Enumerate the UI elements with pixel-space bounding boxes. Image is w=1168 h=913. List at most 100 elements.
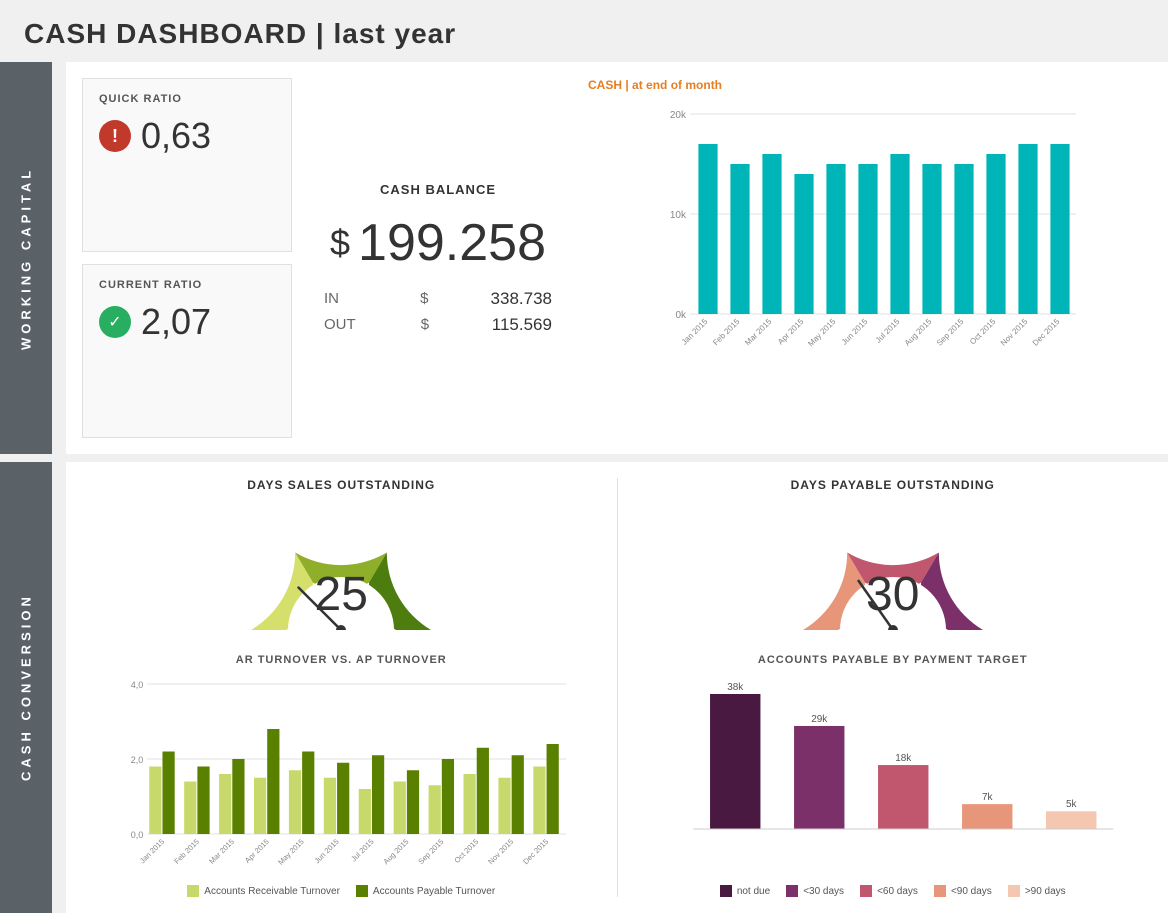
bottom-right: DAYS PAYABLE OUTSTANDING 30 ACCOUNTS PAY… <box>618 478 1153 897</box>
svg-text:Sep 2015: Sep 2015 <box>416 837 445 866</box>
working-capital-label: WORKING CAPITAL <box>0 62 52 454</box>
ap-payment-legend-item: <90 days <box>934 885 992 897</box>
ar-legend-item: Accounts Receivable Turnover <box>187 885 340 897</box>
ap-payment-legend-dot <box>934 885 946 897</box>
svg-text:0k: 0k <box>675 310 687 321</box>
dpo-value: 30 <box>866 567 919 622</box>
cash-chart-title: CASH | at end of month <box>584 78 1152 92</box>
cash-amount-value: 199.258 <box>358 213 546 273</box>
svg-text:Feb 2015: Feb 2015 <box>172 837 201 866</box>
svg-text:Apr 2015: Apr 2015 <box>243 837 271 865</box>
working-capital-section: WORKING CAPITAL QUICK RATIO ! 0,63 CURRE… <box>0 62 1168 454</box>
svg-text:Mar 2015: Mar 2015 <box>207 837 236 866</box>
ap-payment-legend-label: <90 days <box>951 886 992 897</box>
ap-payment-legend-item: <30 days <box>786 885 844 897</box>
svg-text:2,0: 2,0 <box>131 755 144 765</box>
svg-text:Aug 2015: Aug 2015 <box>381 837 410 866</box>
ap-legend-dot <box>356 885 368 897</box>
ar-ap-title: AR TURNOVER VS. AP TURNOVER <box>236 654 447 666</box>
cash-conversion-section: CASH CONVERSION DAYS SALES OUTSTANDING 2… <box>0 462 1168 913</box>
cash-out-amount: 115.569 <box>492 315 552 335</box>
cash-conversion-label: CASH CONVERSION <box>0 462 52 913</box>
svg-text:Jan 2015: Jan 2015 <box>680 317 710 347</box>
cash-bar-chart: 20k 10k 0k Jan 2015Feb 2015Mar 2015Apr 2… <box>584 100 1152 438</box>
ar-legend-dot <box>187 885 199 897</box>
ap-payment-legend-label: <60 days <box>877 886 918 897</box>
svg-text:38k: 38k <box>727 682 744 693</box>
ap-payment-legend: not due <30 days <60 days <90 days >90 days <box>720 885 1066 897</box>
cash-dollar-sign: $ <box>330 222 350 264</box>
svg-text:7k: 7k <box>981 792 993 803</box>
cash-out-row: OUT $ 115.569 <box>324 315 552 335</box>
cash-balance-amount: $ 199.258 <box>330 213 546 273</box>
ap-payment-legend-item: not due <box>720 885 770 897</box>
svg-text:Apr 2015: Apr 2015 <box>776 317 806 347</box>
svg-text:Aug 2015: Aug 2015 <box>903 317 934 348</box>
svg-text:Jun 2015: Jun 2015 <box>840 317 870 347</box>
quick-ratio-title: QUICK RATIO <box>99 93 182 105</box>
current-ratio-icon: ✓ <box>99 306 131 338</box>
svg-text:18k: 18k <box>895 753 912 764</box>
ap-payment-legend-dot <box>786 885 798 897</box>
cash-conversion-content: DAYS SALES OUTSTANDING 25 AR TURNOVER VS… <box>66 462 1168 913</box>
cash-out-label: OUT <box>324 316 364 333</box>
ap-legend-label: Accounts Payable Turnover <box>373 886 495 897</box>
ap-legend-item: Accounts Payable Turnover <box>356 885 495 897</box>
svg-text:Jul 2015: Jul 2015 <box>874 317 902 345</box>
dpo-title: DAYS PAYABLE OUTSTANDING <box>791 478 995 492</box>
svg-text:Feb 2015: Feb 2015 <box>711 317 742 348</box>
ap-payment-legend-item: >90 days <box>1008 885 1066 897</box>
svg-text:Oct 2015: Oct 2015 <box>968 317 998 347</box>
svg-text:Jun 2015: Jun 2015 <box>313 837 341 865</box>
svg-text:0,0: 0,0 <box>131 830 144 840</box>
cash-balance-column: CASH BALANCE $ 199.258 IN $ 338.738 OUT <box>308 78 568 438</box>
dso-gauge: 25 <box>231 500 451 630</box>
working-capital-content: QUICK RATIO ! 0,63 CURRENT RATIO ✓ 2,07 <box>66 62 1168 454</box>
cash-in-row: IN $ 338.738 <box>324 289 552 309</box>
ap-payment-legend-label: <30 days <box>803 886 844 897</box>
svg-text:10k: 10k <box>670 210 687 221</box>
ratios-column: QUICK RATIO ! 0,63 CURRENT RATIO ✓ 2,07 <box>82 78 292 438</box>
svg-text:Dec 2015: Dec 2015 <box>521 837 550 866</box>
svg-text:29k: 29k <box>811 714 828 725</box>
ap-payment-legend-label: not due <box>737 886 770 897</box>
dso-title: DAYS SALES OUTSTANDING <box>247 478 435 492</box>
ap-payment-legend-label: >90 days <box>1025 886 1066 897</box>
ar-ap-legend: Accounts Receivable Turnover Accounts Pa… <box>187 885 495 897</box>
quick-ratio-value: 0,63 <box>141 115 211 157</box>
ap-payment-title: ACCOUNTS PAYABLE BY PAYMENT TARGET <box>758 654 1028 666</box>
cash-balance-title: CASH BALANCE <box>380 182 496 197</box>
ap-payment-legend-item: <60 days <box>860 885 918 897</box>
svg-text:Nov 2015: Nov 2015 <box>486 837 515 866</box>
current-ratio-value: 2,07 <box>141 301 211 343</box>
svg-text:Nov 2015: Nov 2015 <box>999 317 1030 348</box>
ar-ap-chart: 4,0 2,0 0,0Jan 2015Feb 2015Mar 2015Apr 201… <box>82 674 601 879</box>
svg-text:20k: 20k <box>670 110 687 121</box>
page-title: CASH DASHBOARD | last year <box>0 0 1168 62</box>
dpo-gauge: 30 <box>783 500 1003 630</box>
current-ratio-card: CURRENT RATIO ✓ 2,07 <box>82 264 292 438</box>
ap-payment-legend-dot <box>860 885 872 897</box>
svg-text:Jan 2015: Jan 2015 <box>138 837 166 865</box>
svg-text:5k: 5k <box>1065 799 1077 810</box>
svg-text:4,0: 4,0 <box>131 680 144 690</box>
cash-in-label: IN <box>324 290 364 307</box>
svg-text:Oct 2015: Oct 2015 <box>452 837 480 865</box>
quick-ratio-icon: ! <box>99 120 131 152</box>
ap-payment-legend-dot <box>720 885 732 897</box>
cash-chart-column: CASH | at end of month 20k 10k 0k Jan 20… <box>584 78 1152 438</box>
cash-in-amount: 338.738 <box>491 289 552 309</box>
bottom-left: DAYS SALES OUTSTANDING 25 AR TURNOVER VS… <box>82 478 618 897</box>
svg-text:Sep 2015: Sep 2015 <box>935 317 966 348</box>
cash-inout-section: IN $ 338.738 OUT $ 115.569 <box>308 289 568 335</box>
svg-text:Dec 2015: Dec 2015 <box>1031 317 1062 348</box>
dso-value: 25 <box>315 567 368 622</box>
svg-text:May 2015: May 2015 <box>276 837 306 867</box>
ap-payment-chart: 38k 29k 18k 7k 5k <box>634 674 1153 879</box>
svg-text:Mar 2015: Mar 2015 <box>743 317 774 348</box>
current-ratio-title: CURRENT RATIO <box>99 279 202 291</box>
quick-ratio-card: QUICK RATIO ! 0,63 <box>82 78 292 252</box>
ap-payment-legend-dot <box>1008 885 1020 897</box>
svg-text:Jul 2015: Jul 2015 <box>349 837 375 863</box>
ar-legend-label: Accounts Receivable Turnover <box>204 886 340 897</box>
